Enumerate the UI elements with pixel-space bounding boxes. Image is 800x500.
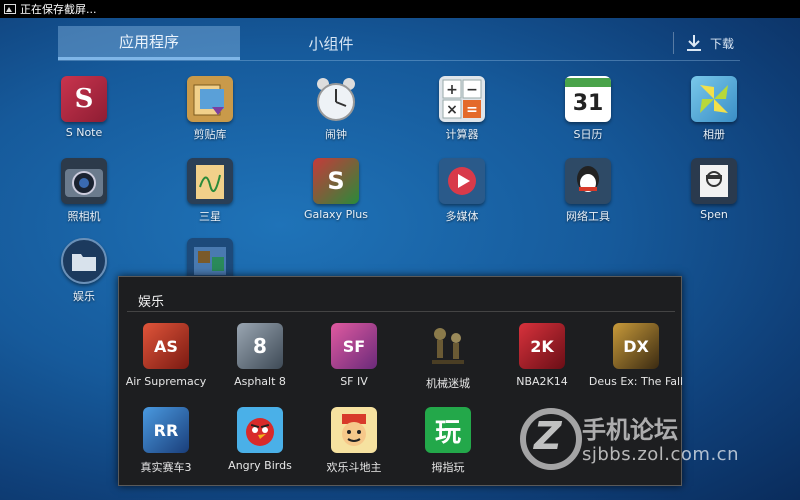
machinarium-icon: [425, 323, 471, 369]
deus-ex-icon: DX: [613, 323, 659, 369]
tab-apps[interactable]: 应用程序: [58, 26, 240, 60]
app-machinarium[interactable]: 机械迷城: [401, 323, 495, 391]
air-supremacy-icon: AS: [143, 323, 189, 369]
nba2k14-icon: 2K: [519, 323, 565, 369]
samsung-folder-icon: [187, 158, 233, 204]
status-bar: 正在保存截屏...: [0, 0, 800, 18]
app-label: 真实赛车3: [140, 461, 192, 474]
network-tools-folder-icon: [565, 158, 611, 204]
happy-landlord-icon: [331, 407, 377, 453]
download-icon: [686, 35, 701, 51]
app-label: 三星: [199, 210, 221, 223]
app-muzhiwan[interactable]: 玩 拇指玩: [401, 407, 495, 475]
calendar-icon: 31: [565, 76, 611, 122]
camera-icon: [61, 158, 107, 204]
spen-folder-icon: [691, 158, 737, 204]
app-label: 闹钟: [325, 128, 347, 141]
galaxy-plus-icon: S: [313, 158, 359, 204]
folder-divider: [127, 311, 675, 312]
app-alarm[interactable]: 闹钟: [286, 76, 386, 142]
app-label: 多媒体: [445, 210, 479, 223]
app-gallery[interactable]: 相册: [664, 76, 764, 142]
sf-iv-icon: SF: [331, 323, 377, 369]
app-label: Deus Ex: The Fall: [588, 375, 684, 388]
gallery-icon: [691, 76, 737, 122]
app-label: 欢乐斗地主: [326, 461, 382, 474]
real-racing-3-icon: RR: [143, 407, 189, 453]
app-label: NBA2K14: [516, 375, 568, 388]
alarm-clock-icon: [313, 76, 359, 122]
svg-text:=: =: [466, 102, 478, 118]
app-label: 剪贴库: [193, 128, 227, 141]
app-asphalt-8[interactable]: 8 Asphalt 8: [213, 323, 307, 388]
calculator-icon: + − × =: [439, 76, 485, 122]
app-label: S Note: [65, 126, 103, 139]
app-label: Galaxy Plus: [304, 208, 368, 221]
app-drawer-tabs: 应用程序 小组件 下载: [58, 26, 740, 60]
app-calculator[interactable]: + − × = 计算器: [412, 76, 512, 142]
tab-widgets[interactable]: 小组件: [240, 26, 422, 60]
app-label: 机械迷城: [426, 377, 470, 390]
app-label: Air Supremacy: [125, 375, 207, 388]
app-samsung-folder[interactable]: 三星: [160, 158, 260, 224]
app-label: S日历: [573, 128, 603, 141]
app-network-tools[interactable]: 网络工具: [538, 158, 638, 224]
app-s-note[interactable]: S S Note: [34, 76, 134, 139]
app-label: Angry Birds: [228, 459, 292, 472]
asphalt-8-icon: 8: [237, 323, 283, 369]
app-label: SF IV: [340, 375, 368, 388]
app-happy-landlord[interactable]: 欢乐斗地主: [307, 407, 401, 475]
watermark-line2: sjbbs.zol.com.cn: [582, 444, 739, 465]
app-air-supremacy[interactable]: AS Air Supremacy: [119, 323, 213, 388]
svg-text:+: +: [446, 82, 458, 98]
screenshot-icon: [4, 4, 16, 14]
app-multimedia[interactable]: 多媒体: [412, 158, 512, 224]
app-label: Spen: [700, 208, 728, 221]
s-note-icon: S: [61, 76, 107, 122]
svg-text:−: −: [466, 82, 478, 98]
watermark: Z 手机论坛 sjbbs.zol.com.cn: [520, 408, 790, 470]
app-camera[interactable]: 照相机: [34, 158, 134, 224]
app-angry-birds[interactable]: Angry Birds: [213, 407, 307, 472]
download-button[interactable]: 下载: [672, 32, 740, 54]
app-real-racing-3[interactable]: RR 真实赛车3: [119, 407, 213, 475]
app-label: 娱乐: [73, 290, 95, 303]
angry-birds-icon: [237, 407, 283, 453]
clipboard-icon: [187, 76, 233, 122]
app-sf-iv[interactable]: SF SF IV: [307, 323, 401, 388]
app-label: 相册: [703, 128, 725, 141]
app-label: 网络工具: [566, 210, 610, 223]
app-label: Asphalt 8: [234, 375, 286, 388]
svg-text:×: ×: [446, 102, 458, 118]
app-clipboard[interactable]: 剪贴库: [160, 76, 260, 142]
folder-title[interactable]: 娱乐: [138, 291, 164, 310]
tab-underline: [58, 60, 740, 61]
app-spen[interactable]: Spen: [664, 158, 764, 221]
multimedia-folder-icon: [439, 158, 485, 204]
app-calendar[interactable]: 31 S日历: [538, 76, 638, 142]
download-label: 下载: [709, 36, 734, 51]
app-deus-ex[interactable]: DX Deus Ex: The Fall: [589, 323, 683, 388]
watermark-line1: 手机论坛: [582, 416, 678, 444]
app-label: 计算器: [445, 128, 479, 141]
app-nba2k14[interactable]: 2K NBA2K14: [495, 323, 589, 388]
app-galaxy-plus[interactable]: S Galaxy Plus: [286, 158, 386, 221]
status-text: 正在保存截屏...: [20, 3, 97, 16]
muzhiwan-icon: 玩: [425, 407, 471, 453]
entertainment-folder-icon: [61, 238, 107, 284]
app-label: 照相机: [67, 210, 101, 223]
app-label: 拇指玩: [431, 461, 465, 474]
